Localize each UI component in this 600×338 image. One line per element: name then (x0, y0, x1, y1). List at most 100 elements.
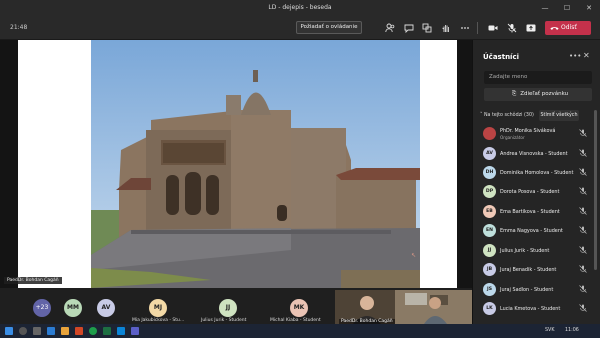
in-meeting-section-header[interactable]: ˅ Na tejto schôdzi (30) (480, 113, 534, 118)
phone-icon (550, 27, 559, 30)
avatar: JB (483, 263, 496, 276)
microphone-muted-icon (579, 207, 587, 215)
share-invite-label: Zdieľať pozvánku (520, 91, 569, 97)
panel-title: Účastníci (483, 53, 520, 61)
participant-row[interactable]: AV Andrea Visnovska - Student (473, 144, 593, 163)
chat-icon[interactable] (403, 22, 415, 34)
more-actions-icon[interactable] (459, 22, 471, 34)
participants-icon[interactable] (384, 22, 396, 34)
word-icon[interactable] (47, 327, 55, 335)
more-participants-button[interactable]: +23 (33, 299, 51, 317)
avatar[interactable]: JJ (219, 299, 237, 317)
participant-name: Andrea Visnovska - Student (500, 151, 568, 157)
participant-row[interactable]: JJ Julius Jurik - Student (473, 241, 593, 260)
participant-name: PhDr. Monika Siváková (500, 128, 556, 134)
avatar-name: Mia Jakubickova - Stu... (132, 318, 185, 323)
task-view-icon[interactable] (33, 327, 41, 335)
title-bar: LD - dejepis - beseda — ☐ ✕ (0, 0, 600, 16)
avatar: AV (483, 147, 496, 160)
microphone-muted-icon (579, 285, 587, 293)
participant-name: Dominika Homolova - Student (500, 170, 574, 176)
participant-row[interactable]: JS Juraj Sadlon - Student (473, 280, 593, 299)
camera-icon[interactable] (487, 22, 499, 34)
avatar[interactable]: AV (97, 299, 115, 317)
microphone-muted-icon (579, 265, 587, 273)
teams-icon[interactable] (131, 327, 139, 335)
edge-icon[interactable] (117, 327, 125, 335)
avatar: EB (483, 205, 496, 218)
participant-name: Dorota Posova - Student (500, 189, 560, 195)
participants-panel: Účastníci ••• ✕ Zadajte meno ⎘ Zdieľať po… (472, 40, 600, 324)
more-options-icon[interactable]: ••• (569, 52, 581, 60)
avatar[interactable]: MJ (149, 299, 167, 317)
share-screen-icon[interactable] (525, 22, 537, 34)
excel-icon[interactable] (103, 327, 111, 335)
close-panel-icon[interactable]: ✕ (583, 51, 590, 60)
panel-scrollbar[interactable] (594, 110, 597, 270)
participant-name: Juraj Sadlon - Student (500, 287, 554, 293)
avatar: JJ (483, 244, 496, 257)
participant-row[interactable]: JB Juraj Benadik - Student (473, 260, 593, 279)
microphone-muted-icon (579, 187, 587, 195)
request-control-button[interactable]: Požiadať o ovládanie (296, 21, 362, 34)
breakout-rooms-icon[interactable] (421, 22, 433, 34)
windows-taskbar: SVK 11:06 (0, 324, 600, 338)
clock[interactable]: 11:06 (565, 328, 579, 333)
participant-row[interactable]: EB Ema Bartikova - Student (473, 202, 593, 221)
participant-name: Ema Bartikova - Student (500, 209, 560, 215)
slide-photo-church (91, 40, 420, 288)
participant-role: Organizátor (500, 135, 525, 140)
avatar: JS (483, 283, 496, 296)
participant-name: Juraj Benadik - Student (500, 267, 557, 273)
participant-row[interactable]: DP Dorota Posova - Student (473, 182, 593, 201)
toolbar-divider (477, 22, 478, 34)
teams-window: LD - dejepis - beseda — ☐ ✕ 21:48 Požiad… (0, 0, 600, 338)
avatar-name: Michal Kiaba - Student (270, 318, 321, 323)
shared-slide (18, 40, 457, 288)
hand-raise-icon[interactable] (440, 22, 452, 34)
microphone-muted-icon (579, 129, 587, 137)
avatar: LK (483, 302, 496, 315)
window-title: LD - dejepis - beseda (268, 4, 332, 11)
meeting-toolbar: 21:48 Požiadať o ovládanie Odísť (0, 16, 600, 40)
powerpoint-icon[interactable] (75, 327, 83, 335)
avatar: DP (483, 185, 496, 198)
participant-row[interactable]: EN Emma Nagyova - Student (473, 221, 593, 240)
shared-screen-stage: PaedDr. Bohdan Cagáň ↖ (0, 40, 472, 288)
minimize-icon[interactable]: — (535, 0, 555, 16)
avatar: EN (483, 224, 496, 237)
leave-button[interactable]: Odísť (545, 21, 591, 35)
participant-name: Julius Jurik - Student (500, 248, 550, 254)
mute-all-button[interactable]: Stlmiť všetkých (539, 110, 579, 121)
microphone-muted-icon (579, 246, 587, 254)
avatar[interactable]: MM (64, 299, 82, 317)
share-invite-button[interactable]: ⎘ Zdieľať pozvánku (484, 88, 592, 101)
search-icon[interactable] (19, 327, 27, 335)
participant-name: Emma Nagyova - Student (500, 228, 563, 234)
avatar[interactable]: MK (290, 299, 308, 317)
section-label: Na tejto schôdzi (30) (483, 113, 534, 118)
presenter-camera-video[interactable]: PaedDr. Bohdan Cagáň (335, 290, 472, 324)
participant-name: Lucia Kmetova - Student (500, 306, 561, 312)
participant-row[interactable]: LK Lucia Kmetova - Student (473, 299, 593, 318)
share-icon: ⎘ (511, 91, 517, 97)
avatar-name: Julius Jurik - Student (201, 318, 247, 323)
leave-label: Odísť (561, 24, 577, 31)
search-participant-input[interactable]: Zadajte meno (484, 71, 592, 84)
mouse-pointer-icon: ↖ (411, 252, 417, 259)
file-explorer-icon[interactable] (61, 327, 69, 335)
maximize-icon[interactable]: ☐ (557, 0, 577, 16)
windows-start-icon[interactable] (5, 327, 13, 335)
microphone-muted-icon (579, 168, 587, 176)
microphone-muted-icon[interactable] (506, 22, 518, 34)
participant-strip: +23 MM AV MJ Mia Jakubickova - Stu... JJ… (0, 288, 472, 324)
microphone-muted-icon (579, 304, 587, 312)
microphone-muted-icon (579, 226, 587, 234)
presenter-name-tag: PaedDr. Bohdan Cagáň (4, 277, 62, 284)
keyboard-language[interactable]: SVK (545, 328, 554, 333)
close-icon[interactable]: ✕ (579, 0, 599, 16)
chrome-icon[interactable] (89, 327, 97, 335)
participant-row[interactable]: PhDr. Monika Siváková Organizátor (473, 124, 593, 143)
participant-row[interactable]: DH Dominika Homolova - Student (473, 163, 593, 182)
avatar (483, 127, 496, 140)
